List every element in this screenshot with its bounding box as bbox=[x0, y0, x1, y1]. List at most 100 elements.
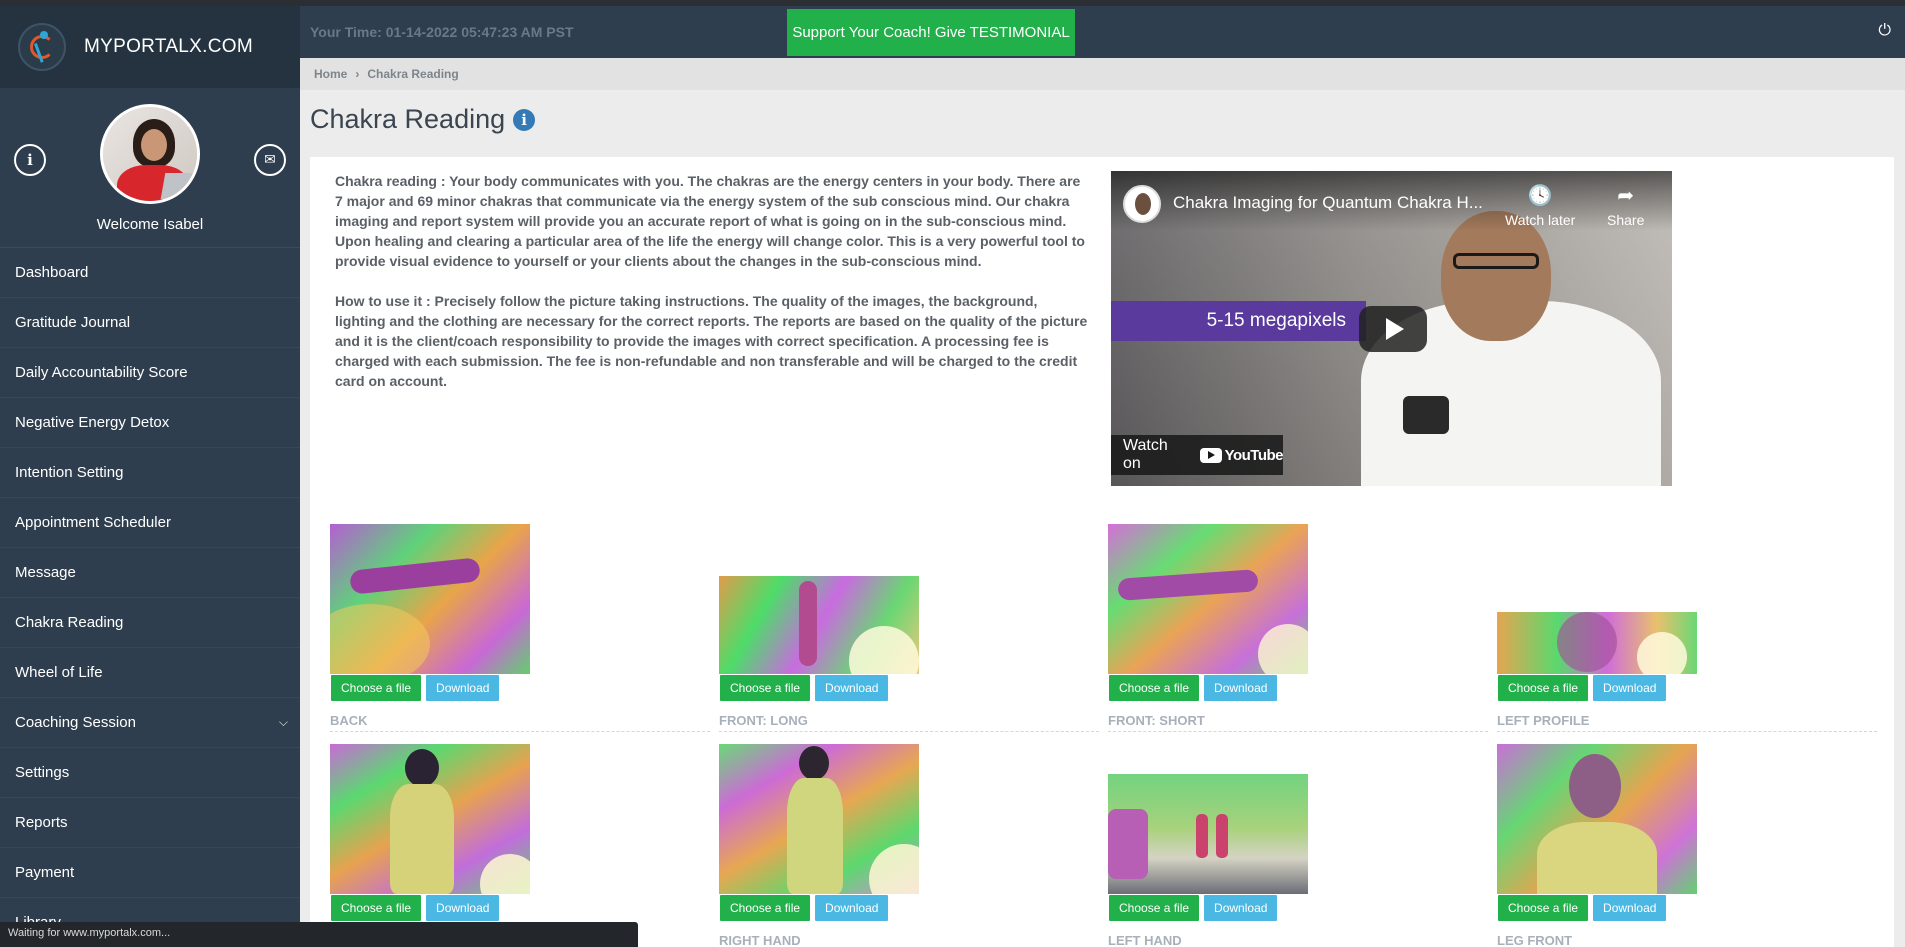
chakra-image-preview[interactable] bbox=[719, 744, 919, 894]
watch-later-label: Watch later bbox=[1505, 212, 1576, 228]
download-button[interactable]: Download bbox=[814, 674, 890, 702]
description: Chakra reading : Your body communicates … bbox=[335, 171, 1090, 411]
sidebar-item-wheel-of-life[interactable]: Wheel of Life bbox=[0, 648, 300, 698]
description-paragraph: Chakra reading : Your body communicates … bbox=[335, 173, 1085, 269]
sidebar-item-daily-accountability-score[interactable]: Daily Accountability Score bbox=[0, 348, 300, 398]
choose-file-button[interactable]: Choose a file bbox=[719, 674, 812, 702]
choose-file-button[interactable]: Choose a file bbox=[330, 674, 423, 702]
youtube-logo-text: YouTube bbox=[1224, 446, 1284, 464]
browser-status-bar: Waiting for www.myportalx.com... bbox=[0, 922, 638, 947]
youtube-video-embed[interactable]: 5-15 megapixels Chakra Imaging for Quant… bbox=[1111, 171, 1672, 486]
play-icon bbox=[1386, 318, 1404, 340]
testimonial-button[interactable]: Support Your Coach! Give TESTIMONIAL bbox=[787, 9, 1075, 56]
upload-cell-front-long: Choose a file Download FRONT: LONG bbox=[719, 512, 1099, 732]
sidebar-item-label: Message bbox=[15, 564, 76, 581]
sidebar-item-label: Settings bbox=[15, 764, 70, 781]
sidebar-item-payment[interactable]: Payment bbox=[0, 848, 300, 898]
sidebar-item-label: Dashboard bbox=[15, 264, 89, 281]
clock-icon: 🕓 bbox=[1527, 185, 1553, 207]
choose-file-button[interactable]: Choose a file bbox=[1497, 674, 1590, 702]
sidebar-item-label: Gratitude Journal bbox=[15, 314, 131, 331]
sidebar-item-negative-energy-detox[interactable]: Negative Energy Detox bbox=[0, 398, 300, 448]
upload-label: LEFT HAND bbox=[1108, 930, 1488, 947]
upload-actions: Choose a file Download bbox=[719, 674, 892, 704]
chakra-image-preview[interactable] bbox=[1108, 774, 1308, 894]
upload-label: FRONT: SHORT bbox=[1108, 710, 1488, 732]
upload-label: LEG FRONT bbox=[1497, 930, 1877, 947]
avatar[interactable] bbox=[100, 104, 200, 204]
choose-file-button[interactable]: Choose a file bbox=[330, 894, 423, 922]
brand[interactable]: MYPORTALX.COM bbox=[0, 6, 300, 88]
upload-cell-front-short: Choose a file Download FRONT: SHORT bbox=[1108, 512, 1488, 732]
download-button[interactable]: Download bbox=[1203, 674, 1279, 702]
upload-actions: Choose a file Download bbox=[330, 674, 503, 704]
download-button[interactable]: Download bbox=[425, 894, 501, 922]
page-title-wrap: Chakra Reading i bbox=[310, 104, 536, 135]
download-button[interactable]: Download bbox=[1592, 894, 1668, 922]
sidebar-item-label: Wheel of Life bbox=[15, 664, 103, 681]
sidebar-item-label: Chakra Reading bbox=[15, 614, 124, 631]
watch-on-youtube-button[interactable]: Watch on YouTube bbox=[1111, 435, 1284, 475]
page-title: Chakra Reading bbox=[310, 104, 506, 134]
download-button[interactable]: Download bbox=[425, 674, 501, 702]
watch-later-button[interactable]: 🕓 Watch later bbox=[1505, 183, 1575, 228]
video-frame-glasses bbox=[1453, 253, 1539, 269]
user-time: Your Time: 01-14-2022 05:47:23 AM PST bbox=[310, 24, 574, 40]
download-button[interactable]: Download bbox=[814, 894, 890, 922]
upload-actions: Choose a file Download bbox=[719, 894, 892, 924]
sidebar-item-dashboard[interactable]: Dashboard bbox=[0, 248, 300, 298]
chevron-down-icon: ⌵ bbox=[278, 715, 288, 729]
power-icon[interactable]: ⏻ bbox=[1878, 22, 1891, 40]
sidebar-item-settings[interactable]: Settings bbox=[0, 748, 300, 798]
info-icon[interactable]: i bbox=[14, 144, 46, 176]
mail-icon[interactable]: ✉ bbox=[254, 144, 286, 176]
sidebar-item-gratitude-journal[interactable]: Gratitude Journal bbox=[0, 298, 300, 348]
welcome-text: Welcome Isabel bbox=[96, 216, 204, 233]
chakra-image-preview[interactable] bbox=[1497, 744, 1697, 894]
sidebar-item-chakra-reading[interactable]: Chakra Reading bbox=[0, 598, 300, 648]
sidebar-item-label: Negative Energy Detox bbox=[15, 414, 170, 431]
sidebar-item-message[interactable]: Message bbox=[0, 548, 300, 598]
breadcrumb-separator-icon: › bbox=[355, 67, 360, 81]
info-icon[interactable]: i bbox=[513, 108, 536, 131]
breadcrumb-home[interactable]: Home bbox=[314, 67, 347, 81]
sidebar-item-appointment-scheduler[interactable]: Appointment Scheduler bbox=[0, 498, 300, 548]
video-title[interactable]: Chakra Imaging for Quantum Chakra H... bbox=[1173, 193, 1491, 213]
choose-file-button[interactable]: Choose a file bbox=[719, 894, 812, 922]
sidebar-item-label: Payment bbox=[15, 864, 75, 881]
share-button[interactable]: ➦ Share bbox=[1607, 183, 1644, 228]
sidebar-item-label: Intention Setting bbox=[15, 464, 124, 481]
sidebar-item-label: Reports bbox=[15, 814, 68, 831]
chakra-image-preview[interactable] bbox=[1497, 612, 1697, 674]
chakra-image-preview[interactable] bbox=[330, 744, 530, 894]
download-button[interactable]: Download bbox=[1203, 894, 1279, 922]
chakra-image-preview[interactable] bbox=[719, 576, 919, 674]
sidebar-item-label: Daily Accountability Score bbox=[15, 364, 188, 381]
chakra-image-preview[interactable] bbox=[330, 524, 530, 674]
choose-file-button[interactable]: Choose a file bbox=[1108, 674, 1201, 702]
top-header: Your Time: 01-14-2022 05:47:23 AM PST Su… bbox=[300, 6, 1905, 58]
upload-cell-right-profile: Choose a file Download bbox=[330, 732, 710, 947]
choose-file-button[interactable]: Choose a file bbox=[1497, 894, 1590, 922]
channel-avatar[interactable] bbox=[1123, 185, 1161, 223]
download-button[interactable]: Download bbox=[1592, 674, 1668, 702]
sidebar-item-reports[interactable]: Reports bbox=[0, 798, 300, 848]
play-button[interactable] bbox=[1359, 306, 1427, 352]
upload-label: BACK bbox=[330, 710, 710, 732]
youtube-logo-icon: YouTube bbox=[1199, 446, 1284, 464]
upload-cell-left-hand: Choose a file Download LEFT HAND bbox=[1108, 732, 1488, 947]
upload-label: LEFT PROFILE bbox=[1497, 710, 1877, 732]
sidebar-item-label: Appointment Scheduler bbox=[15, 514, 171, 531]
upload-label: RIGHT HAND bbox=[719, 930, 1099, 947]
sidebar-item-coaching-session[interactable]: Coaching Session ⌵ bbox=[0, 698, 300, 748]
sidebar-item-intention-setting[interactable]: Intention Setting bbox=[0, 448, 300, 498]
upload-actions: Choose a file Download bbox=[330, 894, 503, 924]
choose-file-button[interactable]: Choose a file bbox=[1108, 894, 1201, 922]
share-label: Share bbox=[1607, 212, 1645, 228]
upload-actions: Choose a file Download bbox=[1497, 894, 1670, 924]
upload-actions: Choose a file Download bbox=[1497, 674, 1670, 704]
sidebar-menu: Dashboard Gratitude Journal Daily Accoun… bbox=[0, 248, 300, 947]
upload-cell-back: Choose a file Download BACK bbox=[330, 512, 710, 732]
chakra-image-preview[interactable] bbox=[1108, 524, 1308, 674]
brand-name: MYPORTALX.COM bbox=[84, 36, 253, 57]
